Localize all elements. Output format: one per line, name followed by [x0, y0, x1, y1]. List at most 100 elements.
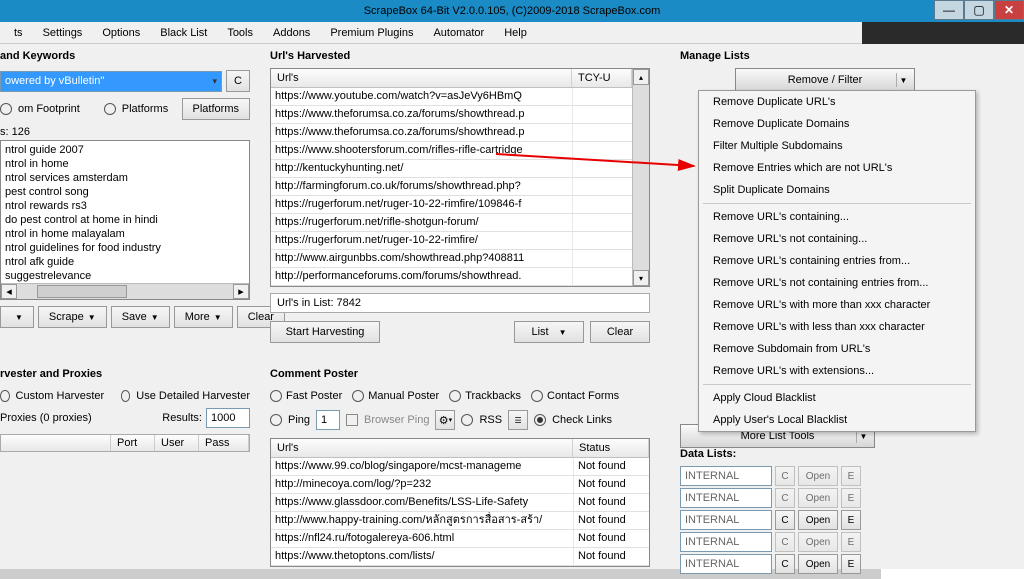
c-button[interactable]: C [775, 532, 795, 552]
harvested-row[interactable]: http://www.airgunbbs.com/showthread.php?… [271, 250, 632, 268]
c-button[interactable]: C [775, 488, 795, 508]
manual-poster-radio[interactable] [352, 390, 364, 402]
menu-item-remove-duplicate-url-s[interactable]: Remove Duplicate URL's [699, 91, 975, 113]
menu-item-split-duplicate-domains[interactable]: Split Duplicate Domains [699, 179, 975, 201]
keyword-item[interactable]: ntrol in home [5, 157, 245, 171]
scroll-up-icon[interactable]: ▴ [633, 69, 649, 85]
open-button[interactable]: Open [798, 466, 838, 486]
keyword-item[interactable]: ntrol in home malayalam [5, 227, 245, 241]
maximize-button[interactable]: ▢ [964, 0, 994, 20]
trackbacks-radio[interactable] [449, 390, 461, 402]
menu-options[interactable]: Options [92, 24, 150, 42]
e-button[interactable]: E [841, 532, 861, 552]
more-button[interactable]: More▼ [174, 306, 233, 328]
data-list-input[interactable] [680, 466, 772, 486]
menu-item-apply-cloud-blacklist[interactable]: Apply Cloud Blacklist [699, 387, 975, 409]
harvested-row[interactable]: https://www.youtube.com/watch?v=asJeVy6H… [271, 88, 632, 106]
poster-row[interactable]: http://minecoya.com/log/?p=232Not found [271, 476, 649, 494]
open-button[interactable]: Open [798, 532, 838, 552]
scroll-down-icon[interactable]: ▾ [633, 270, 649, 286]
keyword-item[interactable]: ntrol rewards rs3 [5, 199, 245, 213]
keywords-list[interactable]: ntrol guide 2007ntrol in homentrol servi… [0, 140, 250, 300]
browser-ping-settings-button[interactable]: ⚙▾ [435, 410, 455, 430]
scroll-right-icon[interactable]: ▸ [233, 284, 249, 299]
e-button[interactable]: E [841, 510, 861, 530]
rss-settings-button[interactable]: ☰ [508, 410, 528, 430]
poster-row[interactable]: https://www.99.co/blog/singapore/mcst-ma… [271, 458, 649, 476]
menu-black-list[interactable]: Black List [150, 24, 217, 42]
start-harvesting-button[interactable]: Start Harvesting [270, 321, 380, 343]
keyword-item[interactable]: ntrol guidelines for food industry [5, 241, 245, 255]
contact-forms-radio[interactable] [531, 390, 543, 402]
e-button[interactable]: E [841, 554, 861, 574]
keyword-item[interactable]: suggestrelevance [5, 269, 245, 283]
harvested-row[interactable]: https://rugerforum.net/rifle-shotgun-for… [271, 214, 632, 232]
open-button[interactable]: Open [798, 488, 838, 508]
poster-url-column[interactable]: Url's [271, 439, 573, 457]
menu-item-remove-url-s-with-more-than-xxx-character[interactable]: Remove URL's with more than xxx characte… [699, 294, 975, 316]
data-list-input[interactable] [680, 554, 772, 574]
scrape-button[interactable]: Scrape▼ [38, 306, 107, 328]
data-list-input[interactable] [680, 510, 772, 530]
menu-item-remove-url-s-not-containing-[interactable]: Remove URL's not containing... [699, 228, 975, 250]
c-button[interactable]: C [775, 510, 795, 530]
rss-radio[interactable] [461, 414, 473, 426]
keyword-item[interactable]: ntrol services amsterdam [5, 171, 245, 185]
horizontal-scrollbar[interactable]: ◂ ▸ [1, 283, 249, 299]
keyword-item[interactable]: do pest control at home in hindi [5, 213, 245, 227]
scroll-thumb[interactable] [37, 285, 127, 298]
e-button[interactable]: E [841, 488, 861, 508]
keyword-item[interactable]: pest control song [5, 185, 245, 199]
results-input[interactable] [206, 408, 250, 428]
menu-item-remove-entries-which-are-not-url-s[interactable]: Remove Entries which are not URL's [699, 157, 975, 179]
data-list-input[interactable] [680, 532, 772, 552]
harvested-row[interactable]: http://performanceforums.com/forums/show… [271, 268, 632, 286]
poster-row[interactable]: https://nfl24.ru/fotogalereya-606.htmlNo… [271, 530, 649, 548]
keywords-dropdown-button[interactable]: ▼ [0, 306, 34, 328]
custom-harvester-radio[interactable] [0, 390, 10, 402]
poster-row[interactable]: http://www.happy-training.com/หลักสูตรกา… [271, 512, 649, 530]
fast-poster-radio[interactable] [270, 390, 282, 402]
ping-radio[interactable] [270, 414, 282, 426]
list-button[interactable]: List▼ [514, 321, 584, 343]
poster-status-column[interactable]: Status [573, 439, 649, 457]
open-button[interactable]: Open [798, 554, 838, 574]
menu-item-remove-url-s-containing-entries-from-[interactable]: Remove URL's containing entries from... [699, 250, 975, 272]
close-button[interactable]: ✕ [994, 0, 1024, 20]
menu-item-remove-url-s-not-containing-entries-from-[interactable]: Remove URL's not containing entries from… [699, 272, 975, 294]
menu-addons[interactable]: Addons [263, 24, 320, 42]
platforms-button[interactable]: Platforms [182, 98, 250, 120]
menu-ts[interactable]: ts [4, 24, 33, 42]
poster-row[interactable]: https://www.glassdoor.com/Benefits/LSS-L… [271, 494, 649, 512]
c-button[interactable]: C [226, 70, 250, 92]
menu-automator[interactable]: Automator [423, 24, 494, 42]
keyword-item[interactable]: ntrol guide 2007 [5, 143, 245, 157]
menu-item-filter-multiple-subdomains[interactable]: Filter Multiple Subdomains [699, 135, 975, 157]
menu-item-remove-duplicate-domains[interactable]: Remove Duplicate Domains [699, 113, 975, 135]
data-list-input[interactable] [680, 488, 772, 508]
platforms-radio[interactable] [104, 103, 116, 115]
menu-item-remove-subdomain-from-url-s[interactable]: Remove Subdomain from URL's [699, 338, 975, 360]
scroll-left-icon[interactable]: ◂ [1, 284, 17, 299]
save-button[interactable]: Save▼ [111, 306, 170, 328]
poster-row[interactable]: https://www.thetoptons.com/lists/Not fou… [271, 548, 649, 566]
open-button[interactable]: Open [798, 510, 838, 530]
menu-settings[interactable]: Settings [33, 24, 93, 42]
menu-item-remove-url-s-containing-[interactable]: Remove URL's containing... [699, 206, 975, 228]
harvested-row[interactable]: https://www.theforumsa.co.za/forums/show… [271, 106, 632, 124]
menu-premium-plugins[interactable]: Premium Plugins [320, 24, 423, 42]
e-button[interactable]: E [841, 466, 861, 486]
ping-input[interactable] [316, 410, 340, 430]
clear-list-button[interactable]: Clear [590, 321, 650, 343]
c-button[interactable]: C [775, 466, 795, 486]
browser-ping-checkbox[interactable] [346, 414, 358, 426]
harvested-row[interactable]: https://rugerforum.net/ruger-10-22-rimfi… [271, 232, 632, 250]
remove-filter-button[interactable]: Remove / Filter ▼ [735, 68, 915, 92]
tcy-column-header[interactable]: TCY-U [572, 69, 632, 87]
menu-tools[interactable]: Tools [217, 24, 263, 42]
menu-help[interactable]: Help [494, 24, 537, 42]
keyword-item[interactable]: ntrol afk guide [5, 255, 245, 269]
footprint-combo[interactable]: owered by vBulletin" ▾ [0, 71, 222, 92]
c-button[interactable]: C [775, 554, 795, 574]
check-links-radio[interactable] [534, 414, 546, 426]
